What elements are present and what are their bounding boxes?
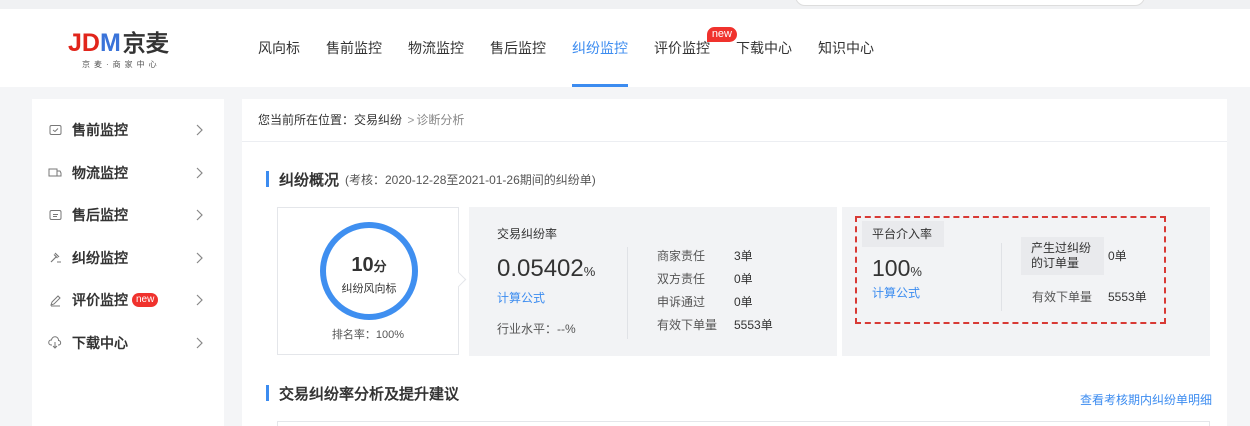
nav-item-review[interactable]: 评价监控 new	[641, 9, 737, 87]
overview-header: 纠纷概况 (考核：2020-12-28至2021-01-26期间的纠纷单)	[266, 170, 596, 189]
top-nav: 风向标 售前监控 物流监控 售后监控 纠纷监控 评价监控 new 下载中心 知识…	[245, 9, 887, 87]
chevron-right-icon	[196, 337, 203, 348]
logo-cn: 京麦	[122, 30, 169, 56]
breakdown-key: 申诉通过	[657, 295, 706, 309]
nav-item-presale[interactable]: 售前监控	[313, 9, 395, 87]
breadcrumb-prefix: 您当前所在位置：	[258, 113, 355, 127]
service-box-icon	[48, 208, 62, 222]
breakdown-value: 0单	[734, 295, 753, 309]
dispute-orders-label: 产生过纠纷 的订单量	[1021, 237, 1104, 275]
dispute-orders-label-line1: 产生过纠纷	[1031, 241, 1092, 255]
valid-orders-value: 5553单	[1108, 290, 1147, 304]
score-ring: 10分 纠纷风向标	[320, 222, 418, 320]
overview-period-note: (考核：2020-12-28至2021-01-26期间的纠纷单)	[345, 172, 596, 187]
breakdown-row: 商家责任 3单	[657, 245, 773, 268]
nav-item-logistics[interactable]: 物流监控	[395, 9, 477, 87]
breakdown-value: 0单	[734, 272, 753, 286]
header: JDM京麦 京麦·商家中心 风向标 售前监控 物流监控 售后监控 纠纷监控 评价…	[0, 9, 1250, 87]
divider	[627, 247, 628, 339]
dispute-rate-title: 交易纠纷率	[497, 227, 558, 241]
chevron-right-icon	[196, 294, 203, 306]
dispute-rate-panel: 交易纠纷率 0.05402% 计算公式 行业水平：--% 商家责任 3单 双方责任…	[469, 207, 837, 356]
sidebar-item-label: 物流监控	[72, 164, 128, 181]
truck-icon	[48, 166, 62, 180]
breadcrumb: 您当前所在位置：交易纠纷 > 诊断分析	[242, 99, 1227, 142]
score-value: 10	[351, 254, 374, 276]
sidebar-item-download[interactable]: 下载中心	[32, 322, 224, 365]
platform-rate-title: 平台介入率	[862, 221, 945, 247]
sidebar-item-label: 下载中心	[72, 334, 128, 351]
nav-item-download[interactable]: 下载中心	[723, 9, 805, 87]
nav-item-wind-vane[interactable]: 风向标	[245, 9, 313, 87]
pencil-icon	[48, 293, 62, 307]
breadcrumb-current: 诊断分析	[416, 113, 465, 127]
rank-rate: 排名率：100%	[331, 329, 405, 341]
sidebar-item-label: 纠纷监控	[72, 249, 128, 266]
sidebar-item-label: 售后监控	[72, 207, 128, 224]
logo-subtitle: 京麦·商家中心	[82, 60, 161, 69]
chat-box-icon	[48, 123, 62, 137]
sidebar-item-dispute[interactable]: 纠纷监控	[32, 237, 224, 280]
dispute-rate-value: 0.05402	[497, 255, 584, 282]
breakdown-key: 有效下单量	[657, 318, 718, 332]
analysis-table	[277, 421, 1210, 426]
chevron-right-icon	[196, 252, 203, 263]
platform-rate-value: 100	[872, 255, 911, 281]
cloud-download-icon	[48, 336, 62, 350]
breakdown-row: 申诉通过 0单	[657, 291, 773, 314]
nav-item-aftersale[interactable]: 售后监控	[477, 9, 559, 87]
score-value-wrap: 10分	[326, 254, 412, 277]
breakdown-key: 双方责任	[657, 272, 706, 286]
logo-jd: JD	[68, 29, 100, 57]
view-dispute-details-link[interactable]: 查看考核期内纠纷单明细	[1080, 391, 1212, 408]
chevron-right-icon	[196, 167, 203, 178]
score-label: 纠纷风向标	[341, 283, 397, 295]
chevron-right-icon	[196, 124, 203, 136]
dispute-rate-value-wrap: 0.05402%	[497, 255, 595, 283]
breakdown-row: 有效下单量 5553单	[657, 314, 773, 337]
dispute-rate-formula-link[interactable]: 计算公式	[497, 289, 545, 306]
logo-m: M	[99, 29, 121, 57]
sidebar-item-aftersale[interactable]: 售后监控	[32, 194, 224, 237]
top-search-box[interactable]	[795, 0, 1145, 6]
jdm-logo[interactable]: JDM京麦 京麦·商家中心	[68, 29, 198, 73]
breakdown-value: 3单	[734, 249, 753, 263]
platform-rate-formula-link[interactable]: 计算公式	[872, 284, 920, 301]
platform-intervention-panel: 平台介入率 100% 计算公式 产生过纠纷 的订单量 0单 有效下单量 5553单	[842, 207, 1210, 356]
industry-level: 行业水平：--%	[497, 322, 576, 336]
platform-rate-percent: %	[910, 264, 922, 279]
breakdown-row: 双方责任 0单	[657, 268, 773, 291]
sidebar-item-label: 售前监控	[72, 122, 128, 139]
breakdown-value: 5553单	[734, 318, 773, 332]
analysis-title: 交易纠纷率分析及提升建议	[279, 385, 460, 403]
sidebar-item-presale[interactable]: 售前监控	[32, 109, 224, 152]
platform-rate-value-wrap: 100%	[872, 255, 922, 282]
dispute-rate-percent: %	[583, 264, 596, 279]
breadcrumb-parent-link[interactable]: 交易纠纷	[354, 113, 402, 127]
dispute-orders-label-line2: 的订单量	[1031, 256, 1080, 270]
main-content: 您当前所在位置：交易纠纷 > 诊断分析 纠纷概况 (考核：2020-12-28至2…	[242, 99, 1227, 426]
dispute-orders-value: 0单	[1108, 249, 1127, 263]
score-unit: 分	[373, 259, 387, 274]
sidebar-item-review[interactable]: 评价监控 new	[32, 279, 224, 322]
breakdown-key: 商家责任	[657, 249, 706, 263]
dispute-breakdown: 商家责任 3单 双方责任 0单 申诉通过 0单 有效下单量 5553单	[657, 245, 773, 337]
sidebar: 售前监控 物流监控 售后监控 纠纷监控 评价监控 new 下载中心	[32, 99, 224, 426]
analysis-header: 交易纠纷率分析及提升建议	[266, 384, 460, 403]
section-accent-bar	[266, 171, 269, 187]
valid-orders-label: 有效下单量	[1032, 290, 1093, 304]
sidebar-item-logistics[interactable]: 物流监控	[32, 152, 224, 195]
sidebar-item-label: 评价监控	[72, 292, 128, 309]
nav-item-dispute[interactable]: 纠纷监控	[559, 9, 641, 87]
overview-title: 纠纷概况	[279, 171, 340, 189]
gavel-icon	[48, 251, 62, 265]
nav-item-knowledge[interactable]: 知识中心	[805, 9, 887, 87]
breadcrumb-separator: >	[407, 113, 415, 127]
nav-item-review-label: 评价监控	[654, 40, 710, 56]
new-badge: new	[132, 293, 159, 308]
chevron-right-icon	[196, 209, 203, 221]
divider	[1001, 243, 1002, 311]
dispute-score-card: 10分 纠纷风向标 排名率：100%	[277, 207, 459, 355]
section-accent-bar	[266, 385, 269, 401]
